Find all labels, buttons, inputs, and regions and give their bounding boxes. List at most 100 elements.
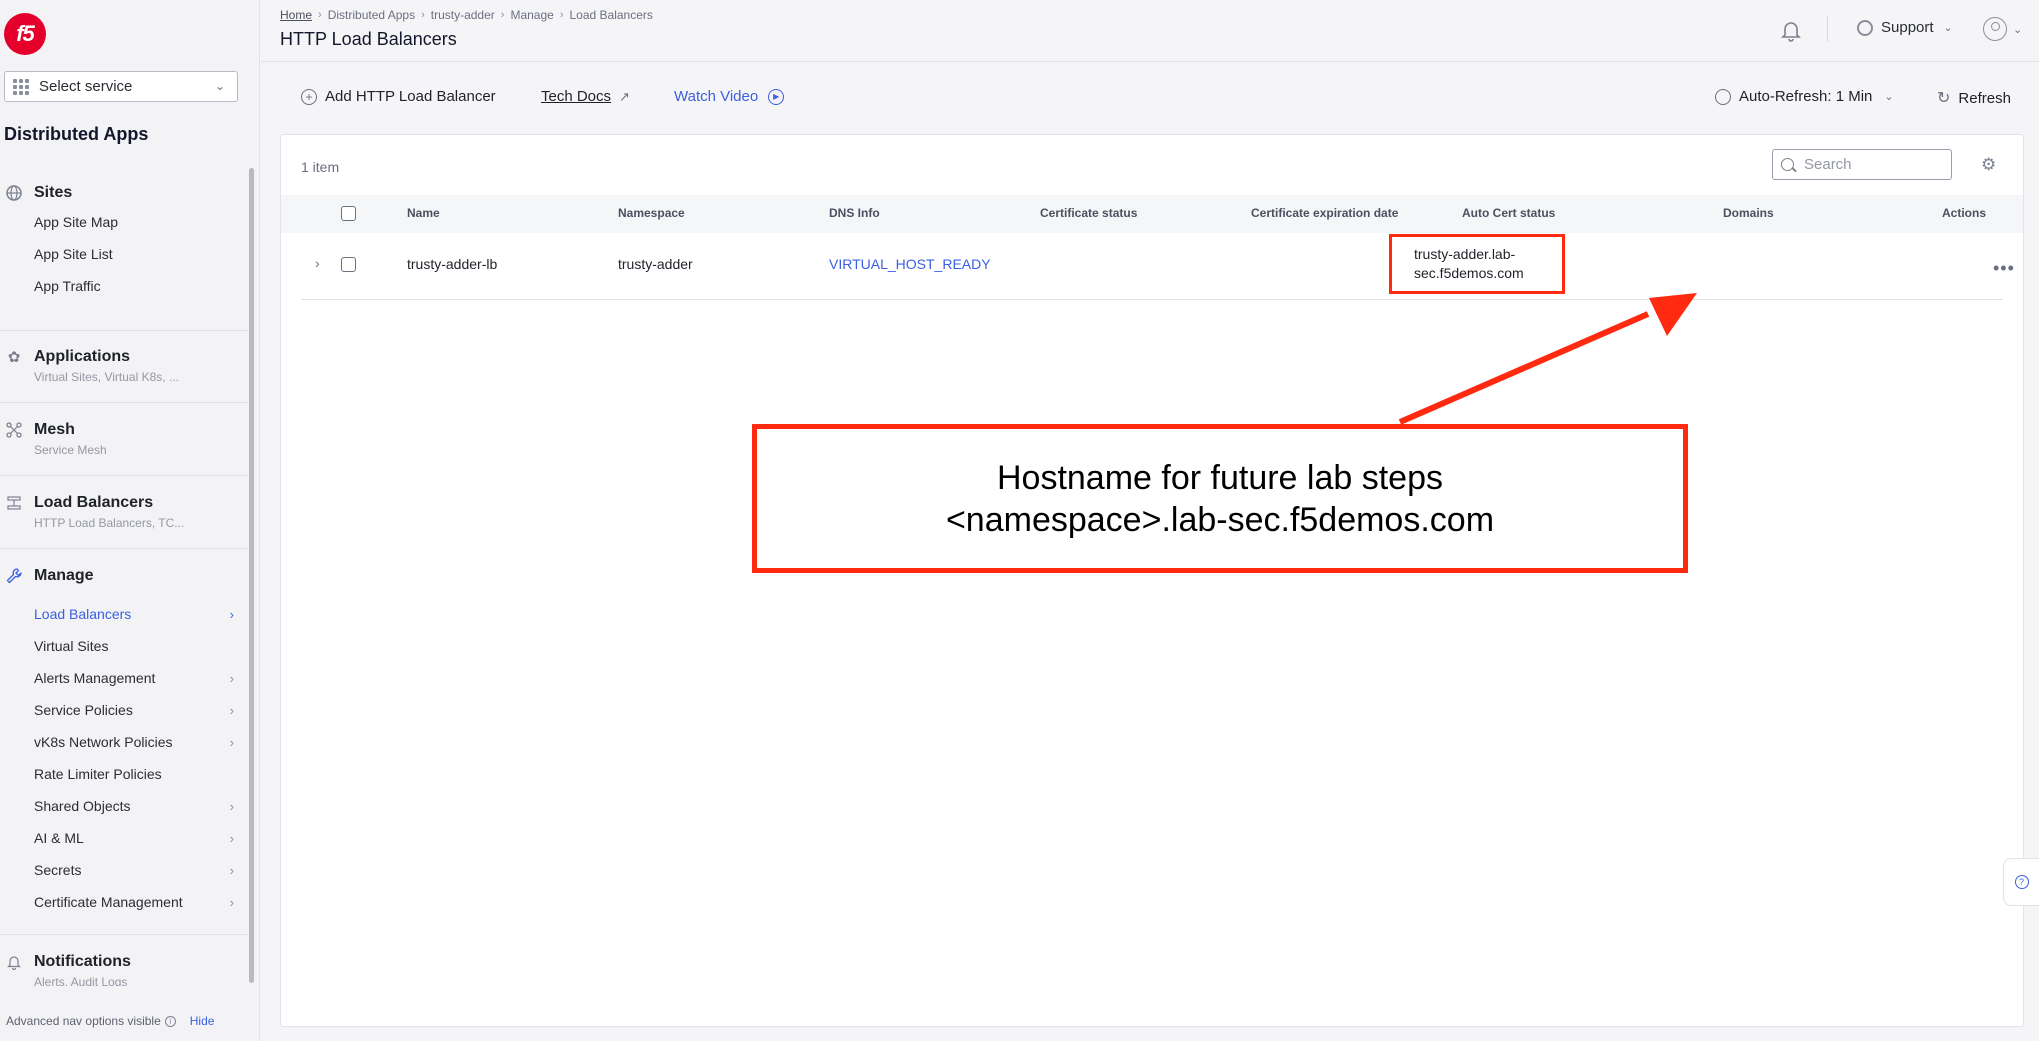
user-avatar-icon bbox=[1983, 17, 2007, 41]
chevron-right-icon: › bbox=[229, 798, 234, 814]
page-title: HTTP Load Balancers bbox=[280, 29, 457, 49]
nav-item-app-traffic[interactable]: App Traffic bbox=[34, 274, 234, 298]
service-select-label: Select service bbox=[39, 78, 133, 95]
expand-row-icon[interactable]: › bbox=[315, 255, 320, 271]
breadcrumb-home[interactable]: Home bbox=[280, 8, 312, 22]
auto-refresh-dropdown[interactable]: Auto-Refresh: 1 Min ⌄ bbox=[1715, 88, 1894, 105]
nav-item-certificate-management[interactable]: Certificate Management › bbox=[34, 890, 234, 914]
nav-item-label: App Site List bbox=[34, 246, 113, 262]
nav-item-vk8s-network-policies[interactable]: vK8s Network Policies › bbox=[34, 730, 234, 754]
notification-bell-icon[interactable] bbox=[1779, 18, 1803, 42]
app-title: Distributed Apps bbox=[4, 124, 149, 144]
search-input[interactable]: Search bbox=[1772, 149, 1952, 180]
nav-item-label: App Traffic bbox=[34, 278, 101, 294]
service-select[interactable]: Select service ⌄ bbox=[4, 71, 238, 102]
column-header-auto-cert-status[interactable]: Auto Cert status bbox=[1462, 206, 1555, 220]
nav-item-label: App Site Map bbox=[34, 214, 119, 230]
help-icon: ? bbox=[2014, 875, 2029, 889]
chevron-right-icon: › bbox=[229, 670, 234, 686]
cell-name[interactable]: trusty-adder-lb bbox=[407, 256, 497, 272]
column-header-dns-info[interactable]: DNS Info bbox=[829, 206, 880, 220]
bell-icon bbox=[5, 953, 23, 971]
nav-item-label: Alerts Management bbox=[34, 670, 156, 686]
divider bbox=[0, 402, 248, 403]
divider bbox=[0, 934, 248, 935]
nav-item-virtual-sites[interactable]: Virtual Sites bbox=[34, 634, 234, 658]
refresh-button[interactable]: ↻ Refresh bbox=[1937, 88, 2011, 108]
chevron-down-icon: ⌄ bbox=[214, 79, 225, 93]
nav-section-notifications[interactable]: Notifications Alerts, Audit Logs bbox=[0, 951, 248, 986]
column-header-certificate-expiration[interactable]: Certificate expiration date bbox=[1251, 206, 1398, 220]
breadcrumb-distributed-apps[interactable]: Distributed Apps bbox=[328, 8, 415, 22]
chevron-right-icon: › bbox=[559, 9, 564, 21]
info-icon[interactable]: i bbox=[164, 1015, 176, 1027]
annotation-line-2: <namespace>.lab-sec.f5demos.com bbox=[945, 500, 1495, 539]
nav-section-applications[interactable]: ✿ Applications Virtual Sites, Virtual K8… bbox=[0, 346, 248, 384]
nav-item-app-site-map[interactable]: App Site Map bbox=[34, 210, 234, 234]
column-header-domains[interactable]: Domains bbox=[1723, 206, 1774, 220]
table-row[interactable]: › trusty-adder-lb trusty-adder VIRTUAL_H… bbox=[301, 233, 2014, 300]
nav-section-title: Sites bbox=[34, 184, 73, 201]
chevron-right-icon: › bbox=[229, 862, 234, 878]
refresh-label: Refresh bbox=[1958, 89, 2011, 107]
column-header-namespace[interactable]: Namespace bbox=[618, 206, 685, 220]
nav-item-secrets[interactable]: Secrets › bbox=[34, 858, 234, 882]
nav-item-load-balancers[interactable]: Load Balancers › bbox=[34, 602, 234, 626]
search-icon bbox=[1781, 158, 1794, 171]
nav-section-mesh[interactable]: Mesh Service Mesh bbox=[0, 419, 248, 457]
add-lb-label: Add HTTP Load Balancer bbox=[325, 88, 496, 105]
nav-item-ai-ml[interactable]: AI & ML › bbox=[34, 826, 234, 850]
cell-dns-info[interactable]: VIRTUAL_HOST_READY bbox=[829, 256, 991, 272]
nav-item-alerts-management[interactable]: Alerts Management › bbox=[34, 666, 234, 690]
column-header-actions: Actions bbox=[1942, 206, 1987, 220]
nav-item-shared-objects[interactable]: Shared Objects › bbox=[34, 794, 234, 818]
support-menu[interactable]: Support ⌄ bbox=[1857, 19, 1953, 36]
row-actions-menu-icon[interactable]: ••• bbox=[1993, 258, 2015, 279]
chevron-right-icon: › bbox=[500, 9, 505, 21]
nav-item-service-policies[interactable]: Service Policies › bbox=[34, 698, 234, 722]
help-tab[interactable]: ? bbox=[2003, 858, 2039, 906]
hide-link[interactable]: Hide bbox=[190, 1014, 215, 1028]
divider bbox=[0, 330, 248, 331]
chevron-right-icon: › bbox=[229, 734, 234, 750]
nav-item-app-site-list[interactable]: App Site List bbox=[34, 242, 234, 266]
breadcrumb: Home › Distributed Apps › trusty-adder ›… bbox=[280, 8, 659, 22]
nav-item-label: Virtual Sites bbox=[34, 638, 109, 654]
nav-item-label: Load Balancers bbox=[34, 606, 132, 622]
column-header-name[interactable]: Name bbox=[407, 206, 440, 220]
nav-section-manage[interactable]: Manage bbox=[0, 565, 248, 587]
nav-section-subtitle: Alerts, Audit Logs bbox=[34, 975, 128, 986]
nav-section-subtitle: Service Mesh bbox=[34, 443, 107, 457]
nav-section-subtitle: HTTP Load Balancers, TC... bbox=[34, 516, 185, 530]
nav-section-title: Manage bbox=[34, 567, 94, 584]
play-circle-icon: ▶ bbox=[768, 88, 785, 105]
nav-section-sites[interactable]: Sites bbox=[0, 182, 248, 204]
divider bbox=[0, 548, 248, 549]
add-http-load-balancer-button[interactable]: + Add HTTP Load Balancer bbox=[301, 88, 496, 105]
top-header: Home › Distributed Apps › trusty-adder ›… bbox=[261, 0, 2039, 62]
breadcrumb-load-balancers: Load Balancers bbox=[569, 8, 653, 22]
gear-icon[interactable]: ⚙ bbox=[1981, 155, 1996, 175]
nav-section-load-balancers[interactable]: Load Balancers HTTP Load Balancers, TC..… bbox=[0, 492, 248, 530]
select-all-checkbox[interactable] bbox=[341, 206, 356, 221]
breadcrumb-manage[interactable]: Manage bbox=[510, 8, 553, 22]
chevron-right-icon: › bbox=[229, 702, 234, 718]
row-checkbox[interactable] bbox=[341, 257, 356, 272]
cell-domains-highlighted: trusty-adder.lab- sec.f5demos.com bbox=[1389, 234, 1565, 294]
f5-logo[interactable]: f5 bbox=[4, 13, 46, 55]
breadcrumb-namespace[interactable]: trusty-adder bbox=[431, 8, 495, 22]
chevron-down-icon: ⌄ bbox=[1884, 91, 1894, 103]
tech-docs-link[interactable]: Tech Docs ↗ bbox=[541, 88, 630, 105]
auto-refresh-label: Auto-Refresh: 1 Min bbox=[1739, 88, 1873, 105]
user-menu[interactable]: ⌄ bbox=[1983, 17, 2022, 41]
gear-cluster-icon: ✿ bbox=[7, 349, 21, 366]
wrench-icon bbox=[5, 567, 23, 585]
load-balancer-table-panel: 1 item Search ⚙ Name Namespace DNS Info … bbox=[280, 134, 2024, 1027]
nav-item-rate-limiter-policies[interactable]: Rate Limiter Policies bbox=[34, 762, 234, 786]
globe-icon bbox=[5, 184, 23, 202]
nav-menu: Sites App Site Map App Site List App Tra… bbox=[0, 166, 256, 986]
column-header-certificate-status[interactable]: Certificate status bbox=[1040, 206, 1137, 220]
toolbar: + Add HTTP Load Balancer Tech Docs ↗ Wat… bbox=[261, 78, 2039, 116]
advanced-nav-label: Advanced nav options visible bbox=[6, 1014, 161, 1028]
watch-video-link[interactable]: Watch Video ▶ bbox=[674, 88, 785, 105]
